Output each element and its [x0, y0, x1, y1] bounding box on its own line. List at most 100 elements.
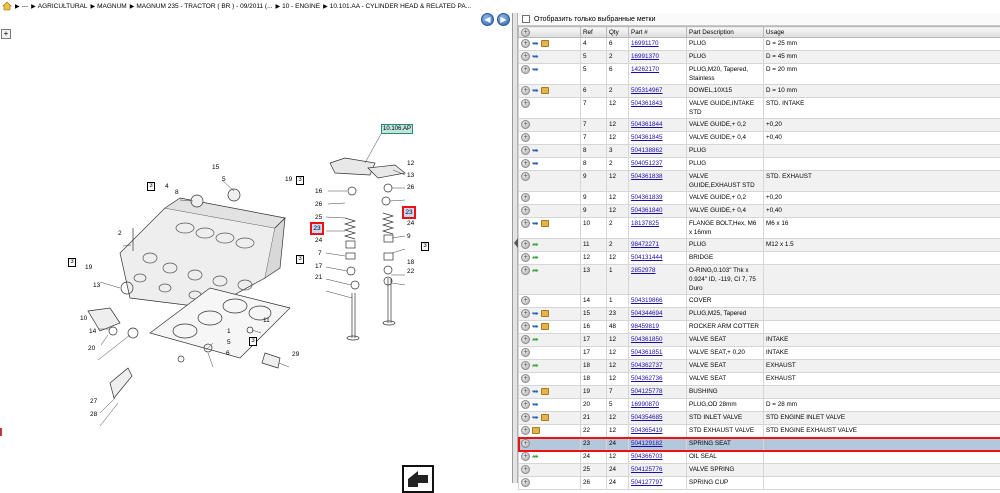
- table-row[interactable]: +➦1212504131444BRIDGE: [519, 252, 1000, 265]
- table-row[interactable]: +➥62505314967DOWEL,10X15D = 10 mm: [519, 85, 1000, 98]
- supersession-arrow-icon[interactable]: ➥: [532, 40, 539, 48]
- table-row[interactable]: +➥2112504354685STD INLET VALVESTD ENGINE…: [519, 412, 1000, 425]
- package-icon[interactable]: [541, 388, 549, 395]
- add-to-cart-icon[interactable]: +: [521, 374, 530, 383]
- cell-part-number[interactable]: 98459819: [629, 321, 687, 334]
- add-to-cart-icon[interactable]: +: [521, 387, 530, 396]
- replacement-arrow-icon[interactable]: ➦: [532, 241, 539, 249]
- add-to-cart-icon[interactable]: +: [521, 348, 530, 357]
- table-row[interactable]: +712504361844VALVE GUIDE,+ 0,2+0,20: [519, 119, 1000, 132]
- table-row[interactable]: +➥83504138862PLUG: [519, 145, 1000, 158]
- add-to-cart-icon[interactable]: +: [521, 86, 530, 95]
- cell-part-number[interactable]: 504361838: [629, 171, 687, 192]
- add-to-cart-icon[interactable]: +: [521, 146, 530, 155]
- supersession-arrow-icon[interactable]: ➥: [532, 323, 539, 331]
- home-icon[interactable]: [2, 1, 12, 11]
- table-row[interactable]: +➦2412504366703OIL SEAL: [519, 451, 1000, 464]
- add-to-cart-icon[interactable]: +: [521, 335, 530, 344]
- add-to-cart-icon[interactable]: +: [521, 65, 530, 74]
- table-row[interactable]: +➥197504125778BUSHING: [519, 386, 1000, 399]
- add-to-cart-icon[interactable]: +: [521, 296, 530, 305]
- add-to-cart-icon[interactable]: +: [521, 99, 530, 108]
- cell-part-number[interactable]: 18137825: [629, 218, 687, 239]
- cell-part-number[interactable]: 504361844: [629, 119, 687, 132]
- callout-4[interactable]: 4: [165, 183, 169, 190]
- table-row[interactable]: +➥20516990870PLUG,OD 28mmD = 28 mm: [519, 399, 1000, 412]
- add-to-cart-icon[interactable]: +: [521, 452, 530, 461]
- table-row[interactable]: +➥5216991370PLUGD = 45 mm: [519, 51, 1000, 64]
- add-to-cart-icon[interactable]: +: [521, 439, 530, 448]
- callout-19-top[interactable]: 19: [285, 176, 292, 183]
- callout-10[interactable]: 10: [80, 315, 87, 322]
- callout-11[interactable]: 11: [263, 317, 270, 324]
- replacement-arrow-icon[interactable]: ➦: [532, 267, 539, 275]
- cell-part-number[interactable]: 504361851: [629, 347, 687, 360]
- callout-18[interactable]: 18: [407, 259, 414, 266]
- breadcrumb-label[interactable]: 10 - ENGINE: [282, 3, 320, 10]
- callout-5-lower[interactable]: 5: [227, 339, 231, 346]
- add-to-cart-icon[interactable]: +: [521, 52, 530, 61]
- table-row[interactable]: +➦1812504362737VALVE SEATEXHAUST: [519, 360, 1000, 373]
- table-row[interactable]: +➦11298472271PLUGM12 x 1.5: [519, 239, 1000, 252]
- table-row[interactable]: +912504361840VALVE GUIDE,+ 0,4+0,40: [519, 205, 1000, 218]
- add-to-cart-icon[interactable]: +: [521, 206, 530, 215]
- add-to-cart-icon[interactable]: +: [521, 219, 530, 228]
- cell-part-number[interactable]: 504361839: [629, 192, 687, 205]
- table-row[interactable]: +2212504365419STD EXHAUST VALVESTD ENGIN…: [519, 425, 1000, 438]
- replacement-arrow-icon[interactable]: ➦: [532, 362, 539, 370]
- table-row[interactable]: +912504361839VALVE GUIDE,+ 0,2+0,20: [519, 192, 1000, 205]
- table-row[interactable]: +1812504362736VALVE SEATEXHAUST: [519, 373, 1000, 386]
- replacement-arrow-icon[interactable]: ➦: [532, 254, 539, 262]
- table-row[interactable]: +➦1712504361850VALVE SEATINTAKE: [519, 334, 1000, 347]
- table-row[interactable]: +712504361843VALVE GUIDE,INTAKE STDSTD. …: [519, 98, 1000, 119]
- package-icon[interactable]: [541, 310, 549, 317]
- breadcrumb-item[interactable]: ▶10 - ENGINE: [276, 3, 321, 10]
- callout-6[interactable]: 6: [226, 350, 230, 357]
- package-icon[interactable]: [532, 427, 540, 434]
- cell-part-number[interactable]: 504354685: [629, 412, 687, 425]
- table-row[interactable]: +1712504361851VALVE SEAT,+ 0,20INTAKE: [519, 347, 1000, 360]
- add-to-cart-icon[interactable]: +: [521, 240, 530, 249]
- table-row[interactable]: +2524504125776VALVE SPRING: [519, 464, 1000, 477]
- package-icon[interactable]: [541, 87, 549, 94]
- header-usage[interactable]: Usage: [764, 27, 1000, 38]
- replacement-arrow-icon[interactable]: ➦: [532, 336, 539, 344]
- breadcrumb-item[interactable]: ▶AGRICULTURAL: [31, 3, 87, 10]
- supersession-arrow-icon[interactable]: ➥: [532, 401, 539, 409]
- add-icon[interactable]: +: [521, 28, 530, 37]
- add-to-cart-icon[interactable]: +: [521, 361, 530, 370]
- add-to-cart-icon[interactable]: +: [521, 309, 530, 318]
- callout-25[interactable]: 25: [315, 214, 322, 221]
- show-selected-only-checkbox[interactable]: [522, 15, 530, 23]
- table-row[interactable]: +712504361845VALVE GUIDE,+ 0,4+0,40: [519, 132, 1000, 145]
- supersession-arrow-icon[interactable]: ➥: [532, 388, 539, 396]
- add-to-cart-icon[interactable]: +: [521, 133, 530, 142]
- supersession-arrow-icon[interactable]: ➥: [532, 160, 539, 168]
- callout-29[interactable]: 29: [292, 351, 299, 358]
- add-to-cart-icon[interactable]: +: [521, 426, 530, 435]
- cell-part-number[interactable]: 14262170: [629, 64, 687, 85]
- cell-part-number[interactable]: 504344694: [629, 308, 687, 321]
- breadcrumb-item[interactable]: ▶MAGNUM: [90, 3, 126, 10]
- cell-part-number[interactable]: 504366703: [629, 451, 687, 464]
- callout-9[interactable]: 9: [407, 233, 411, 240]
- callout-12[interactable]: 12: [407, 160, 414, 167]
- callout-20[interactable]: 20: [88, 345, 95, 352]
- breadcrumb-label[interactable]: ---: [22, 3, 29, 10]
- callout-8[interactable]: 8: [175, 189, 179, 196]
- breadcrumb-label[interactable]: MAGNUM 235 - TRACTOR ( BR ) - 09/2011 (.…: [136, 3, 272, 10]
- table-row[interactable]: +2624504127797SPRING CUP: [519, 477, 1000, 490]
- cell-part-number[interactable]: 504138862: [629, 145, 687, 158]
- supersession-arrow-icon[interactable]: ➥: [532, 66, 539, 74]
- callout-13-right[interactable]: 13: [407, 172, 414, 179]
- callout-24-left[interactable]: 24: [315, 237, 322, 244]
- supersession-arrow-icon[interactable]: ➥: [532, 414, 539, 422]
- cell-part-number[interactable]: 504362736: [629, 373, 687, 386]
- add-to-cart-icon[interactable]: +: [521, 413, 530, 422]
- callout-16[interactable]: 16: [315, 188, 322, 195]
- cell-part-number[interactable]: 504131444: [629, 252, 687, 265]
- callout-24-right[interactable]: 24: [407, 220, 414, 227]
- package-icon[interactable]: [541, 323, 549, 330]
- table-row[interactable]: +141504319866COVER: [519, 295, 1000, 308]
- supersession-arrow-icon[interactable]: ➥: [532, 87, 539, 95]
